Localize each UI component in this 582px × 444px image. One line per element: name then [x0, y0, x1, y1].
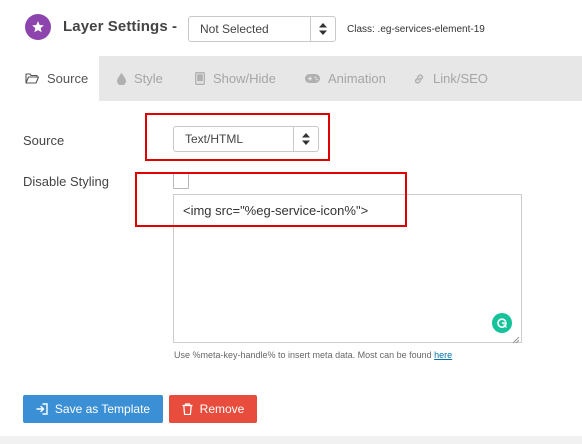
folder-icon [25, 73, 39, 84]
gamepad-icon [305, 74, 320, 83]
tab-show-hide[interactable]: Show/Hide [195, 56, 276, 101]
source-label: Source [23, 133, 65, 148]
tab-source-label: Source [47, 71, 89, 86]
tab-style[interactable]: Style [117, 56, 163, 101]
tablet-icon [195, 72, 205, 85]
sign-in-icon [36, 403, 48, 415]
header: Layer Settings - Not Selected Class: .eg… [0, 0, 582, 56]
star-icon [25, 14, 51, 40]
tab-animation[interactable]: Animation [305, 56, 386, 101]
tab-source[interactable]: Source [0, 56, 99, 101]
tab-animation-label: Animation [328, 71, 386, 86]
class-label: Class: .eg-services-element-19 [347, 24, 485, 35]
tab-link-seo[interactable]: Link/SEO [413, 56, 488, 101]
bottom-strip [0, 436, 582, 444]
meta-hint-text: Use %meta-key-handle% to insert meta dat… [174, 350, 435, 360]
disable-styling-label: Disable Styling [23, 174, 109, 189]
tab-style-label: Style [134, 71, 163, 86]
save-as-template-label: Save as Template [54, 402, 151, 416]
select-arrows-icon [310, 17, 335, 41]
layer-settings-panel: Layer Settings - Not Selected Class: .eg… [0, 0, 582, 436]
tab-bar: Source Style Show/Hide Animation Link/SE… [0, 56, 582, 101]
meta-hint: Use %meta-key-handle% to insert meta dat… [174, 350, 452, 360]
tab-link-seo-label: Link/SEO [433, 71, 488, 86]
layer-select[interactable]: Not Selected [188, 16, 336, 42]
meta-hint-link[interactable]: here [434, 350, 452, 360]
link-icon [413, 73, 425, 85]
droplet-icon [117, 72, 126, 85]
resize-handle-icon[interactable] [510, 331, 520, 344]
trash-icon [182, 403, 193, 415]
page-title: Layer Settings - [63, 18, 178, 35]
remove-label: Remove [199, 402, 245, 416]
editor-highlight-box [135, 172, 407, 227]
save-as-template-button[interactable]: Save as Template [23, 395, 163, 423]
source-highlight-box [145, 113, 330, 161]
tab-show-hide-label: Show/Hide [213, 71, 276, 86]
remove-button[interactable]: Remove [169, 395, 257, 423]
layer-select-value: Not Selected [200, 22, 269, 36]
grammarly-icon[interactable] [492, 313, 512, 333]
